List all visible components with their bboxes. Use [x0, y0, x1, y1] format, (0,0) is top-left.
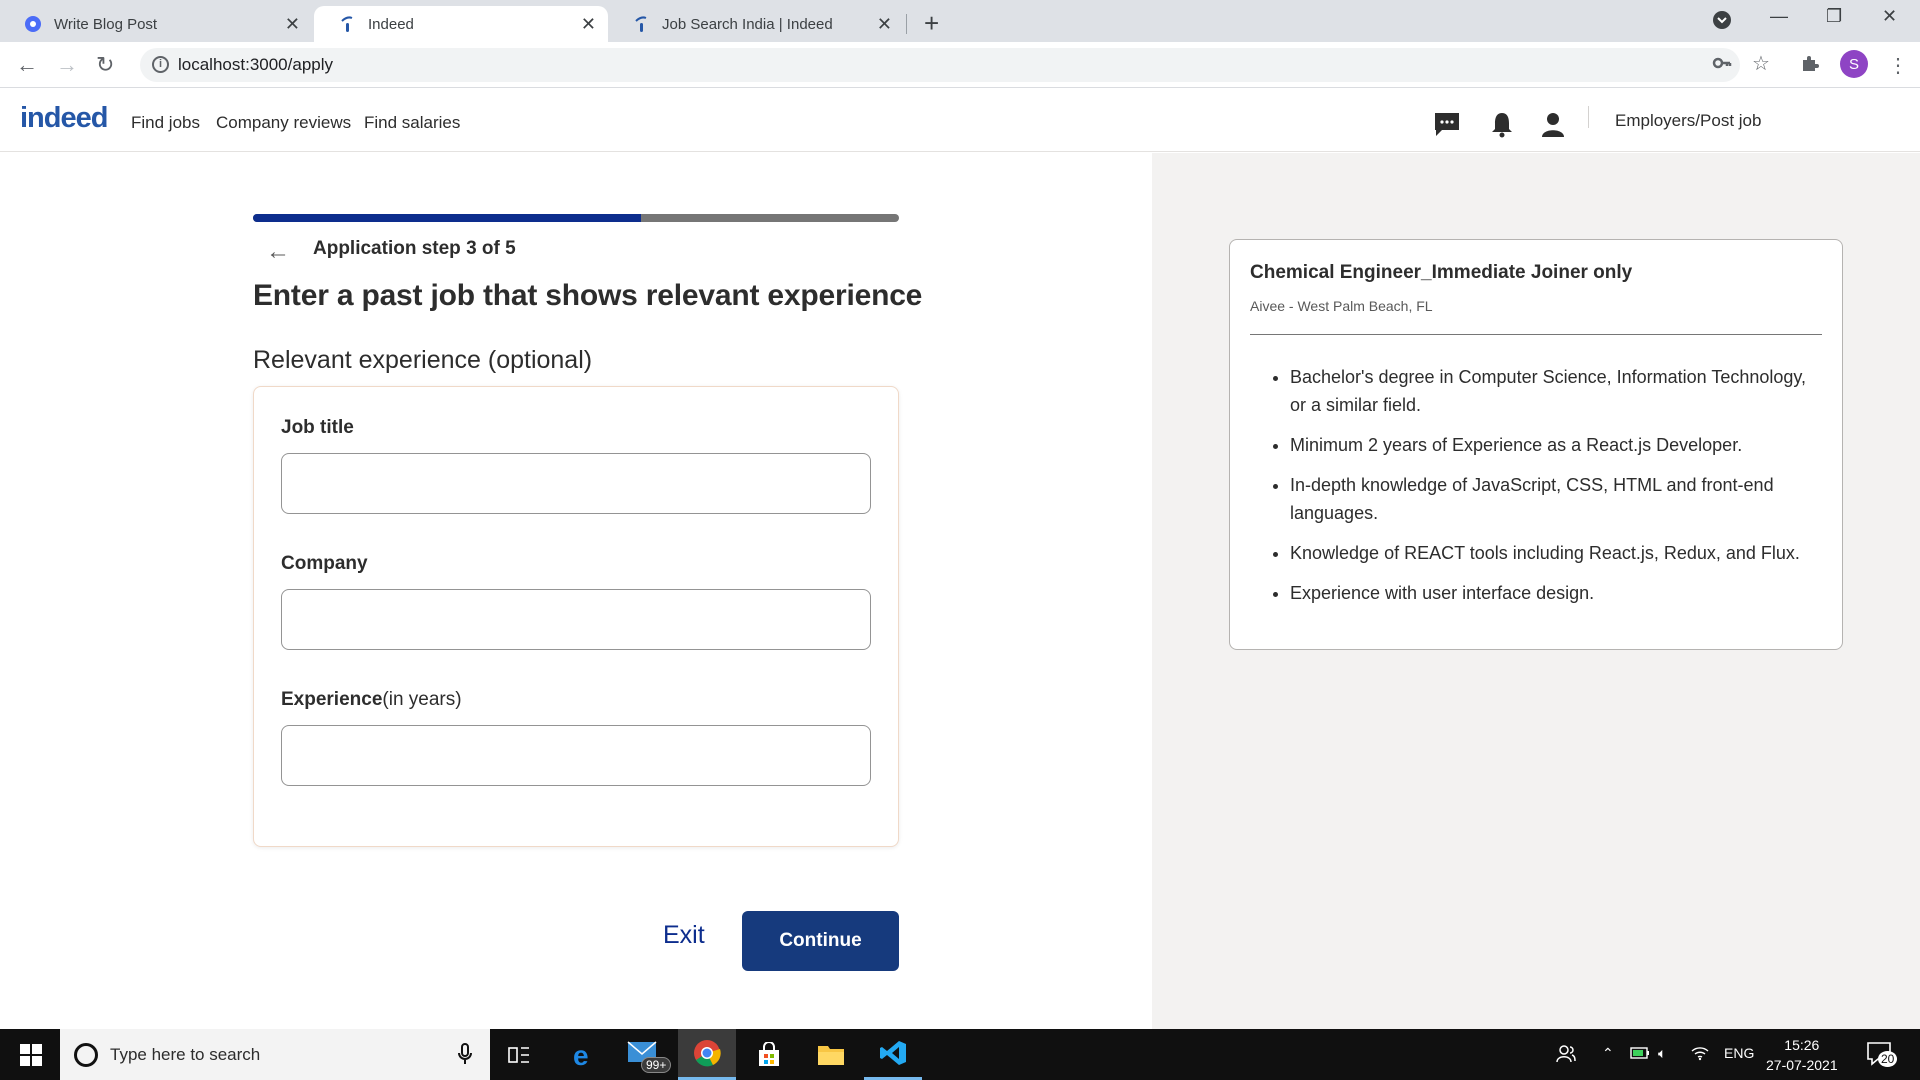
vscode-icon[interactable] — [864, 1029, 922, 1080]
cortana-icon — [74, 1043, 98, 1067]
clock-date: 27-07-2021 — [1766, 1057, 1838, 1073]
company-input[interactable] — [281, 589, 871, 650]
indeed-logo[interactable]: indeed — [20, 102, 108, 135]
browser-tab-bar: Write Blog Post ✕ Indeed ✕ Job Search In… — [0, 0, 1920, 42]
forward-icon[interactable]: → — [56, 52, 78, 78]
file-explorer-icon[interactable] — [802, 1029, 860, 1080]
job-title: Chemical Engineer_Immediate Joiner only — [1250, 262, 1633, 283]
bookmark-star-icon[interactable]: ☆ — [1752, 51, 1770, 76]
svg-text:e: e — [573, 1041, 589, 1069]
url-omnibox[interactable]: i localhost:3000/apply — [140, 48, 1740, 82]
header-divider — [1588, 106, 1589, 128]
experience-hint: (in years) — [382, 689, 462, 710]
nav-company-reviews[interactable]: Company reviews — [216, 113, 351, 133]
tab-write-blog-post[interactable]: Write Blog Post ✕ — [0, 6, 312, 42]
key-icon[interactable] — [1712, 53, 1732, 79]
continue-button[interactable]: Continue — [742, 911, 899, 971]
address-bar-row: ← → ↻ i localhost:3000/apply ☆ S ⋮ — [0, 42, 1920, 88]
section-title: Relevant experience (optional) — [253, 346, 593, 374]
chrome-browser-icon[interactable] — [678, 1029, 736, 1080]
notifications-bell-icon[interactable] — [1488, 110, 1516, 138]
site-info-icon[interactable]: i — [152, 56, 169, 73]
back-icon[interactable]: ← — [16, 52, 38, 78]
language-indicator[interactable]: ENG — [1724, 1045, 1754, 1061]
windows-start-icon[interactable] — [20, 1044, 42, 1071]
job-title-label: Job title — [281, 417, 354, 438]
tab-title: Write Blog Post — [54, 15, 158, 33]
application-progress-bar — [253, 214, 899, 222]
blog-favicon-icon — [24, 15, 42, 33]
volume-icon[interactable]: 🔈︎ — [1658, 1045, 1666, 1062]
tab-job-search-india[interactable]: Job Search India | Indeed ✕ — [608, 6, 904, 42]
tab-title: Indeed — [368, 15, 414, 33]
close-tab-icon[interactable]: ✕ — [581, 14, 596, 35]
job-card-divider — [1250, 334, 1822, 335]
close-tab-icon[interactable]: ✕ — [877, 14, 892, 35]
progress-fill — [253, 214, 641, 222]
extensions-icon[interactable] — [1800, 53, 1820, 79]
wifi-icon[interactable] — [1690, 1045, 1710, 1064]
back-arrow-icon[interactable]: ← — [266, 238, 290, 266]
url-text: localhost:3000/apply — [178, 55, 334, 74]
close-tab-icon[interactable]: ✕ — [285, 14, 300, 35]
list-item: Bachelor's degree in Computer Science, I… — [1290, 363, 1822, 419]
taskbar-clock[interactable]: 15:26 27-07-2021 — [1766, 1035, 1838, 1075]
tab-separator — [906, 14, 907, 34]
browser-menu-icon[interactable]: ⋮ — [1888, 53, 1908, 78]
windows-taskbar: Type here to search e 99+ ⌃ 🔈︎ ENG 15:26… — [0, 1029, 1920, 1080]
restore-icon[interactable]: ❐ — [1826, 6, 1842, 27]
window-close-icon[interactable]: ✕ — [1882, 6, 1897, 27]
profile-avatar[interactable]: S — [1840, 50, 1868, 78]
people-icon[interactable] — [1556, 1043, 1576, 1066]
experience-label-text: Experience — [281, 689, 383, 710]
edge-browser-icon[interactable]: e — [555, 1029, 613, 1080]
application-step-text: Application step 3 of 5 — [313, 238, 516, 259]
list-item: Knowledge of REACT tools including React… — [1290, 539, 1822, 567]
employers-post-job-link[interactable]: Employers/Post job — [1615, 111, 1761, 131]
tab-search-icon[interactable] — [1712, 10, 1732, 35]
experience-label: Experience(in years) — [281, 689, 462, 711]
minimize-icon[interactable]: — — [1770, 6, 1788, 27]
tab-title: Job Search India | Indeed — [662, 15, 833, 33]
tab-indeed[interactable]: Indeed ✕ — [314, 6, 608, 42]
experience-form-card: Job title Company Experience(in years) — [253, 386, 899, 847]
job-company-location: Aivee - West Palm Beach, FL — [1250, 298, 1433, 314]
mail-badge: 99+ — [641, 1057, 672, 1073]
taskbar-search-box[interactable]: Type here to search — [60, 1029, 490, 1080]
page-title: Enter a past job that shows relevant exp… — [253, 279, 923, 312]
list-item: Minimum 2 years of Experience as a React… — [1290, 431, 1822, 459]
battery-icon[interactable] — [1630, 1045, 1650, 1064]
company-label: Company — [281, 553, 368, 574]
experience-years-input[interactable] — [281, 725, 871, 786]
messages-icon[interactable] — [1433, 110, 1461, 138]
nav-find-salaries[interactable]: Find salaries — [364, 113, 460, 133]
microphone-icon[interactable] — [458, 1043, 472, 1070]
mail-icon[interactable]: 99+ — [617, 1029, 675, 1080]
new-tab-button[interactable]: + — [924, 8, 939, 39]
action-center-icon[interactable]: 20 — [1866, 1041, 1898, 1070]
nav-find-jobs[interactable]: Find jobs — [131, 113, 200, 133]
task-view-icon[interactable] — [490, 1029, 548, 1080]
microsoft-store-icon[interactable] — [740, 1029, 798, 1080]
exit-link[interactable]: Exit — [663, 921, 705, 950]
list-item: In-depth knowledge of JavaScript, CSS, H… — [1290, 471, 1822, 527]
indeed-favicon-icon — [338, 15, 356, 33]
chevron-up-icon[interactable]: ⌃ — [1602, 1045, 1614, 1062]
account-icon[interactable] — [1539, 110, 1567, 138]
job-requirements-list: Bachelor's degree in Computer Science, I… — [1250, 363, 1822, 607]
job-title-input[interactable] — [281, 453, 871, 514]
site-header: indeed Find jobs Company reviews Find sa… — [0, 88, 1920, 152]
taskbar-search-placeholder: Type here to search — [110, 1044, 261, 1064]
list-item: Experience with user interface design. — [1290, 579, 1822, 607]
indeed-favicon-icon — [632, 15, 650, 33]
reload-icon[interactable]: ↻ — [96, 52, 114, 78]
clock-time: 15:26 — [1784, 1037, 1820, 1053]
job-summary-card: Chemical Engineer_Immediate Joiner only … — [1229, 239, 1843, 650]
